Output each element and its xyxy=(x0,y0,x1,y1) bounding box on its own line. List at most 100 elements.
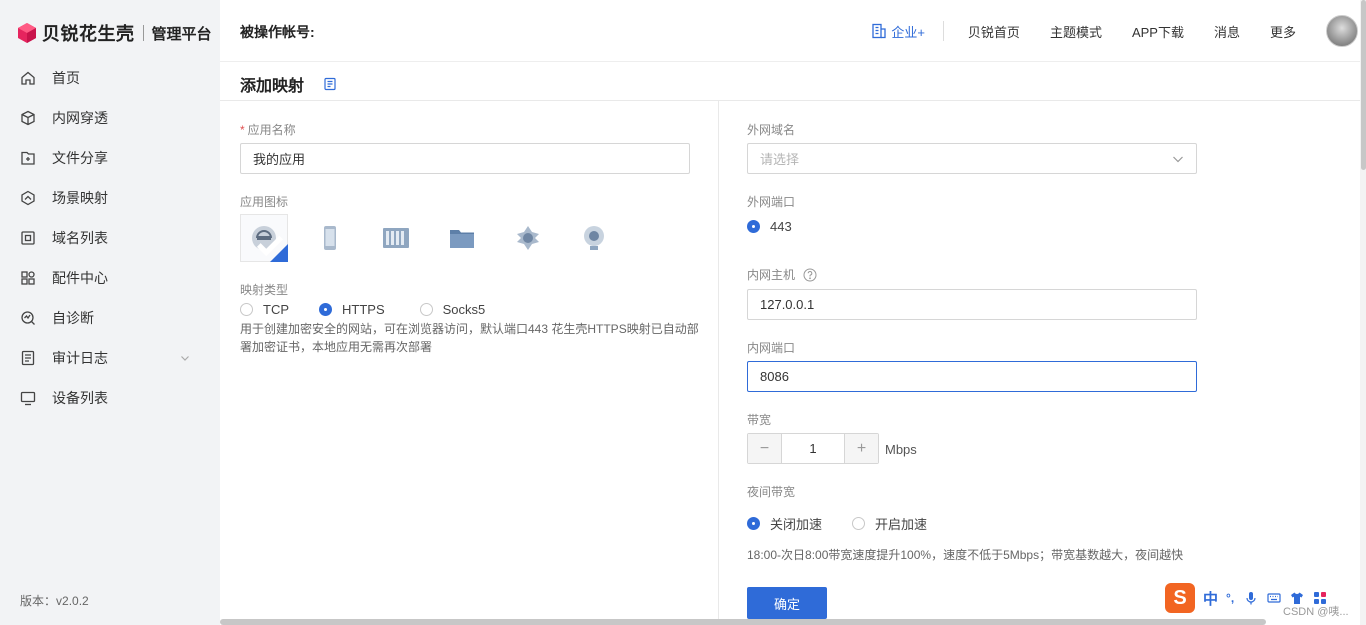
radio-accel-off-dot[interactable] xyxy=(747,517,760,530)
top-nav: 企业+ 贝锐首页 主题模式 APP下载 消息 更多 xyxy=(871,0,1366,62)
chevron-down-icon[interactable] xyxy=(180,353,190,363)
nav-link-app-download[interactable]: APP下载 xyxy=(1132,22,1184,41)
brand-logo-icon xyxy=(18,23,36,43)
app-icon-browser[interactable] xyxy=(240,214,288,262)
radio-accel-on[interactable]: 开启加速 xyxy=(852,514,927,533)
confirm-button[interactable]: 确定 xyxy=(747,587,827,619)
app-name-label: * 应用名称 xyxy=(240,121,296,138)
sidebar-item-label: 自诊断 xyxy=(52,310,94,326)
radio-socks5[interactable]: Socks5 xyxy=(419,302,486,317)
sidebar-item-domains[interactable]: 域名列表 xyxy=(0,218,220,258)
internal-port-label: 内网端口 xyxy=(747,341,796,355)
app-name-input[interactable]: 我的应用 xyxy=(240,143,690,174)
log-icon xyxy=(20,350,36,366)
domain-icon xyxy=(20,230,36,246)
radio-tcp-dot[interactable] xyxy=(240,303,253,316)
radio-tcp[interactable]: TCP xyxy=(240,302,289,317)
radio-accel-off[interactable]: 关闭加速 xyxy=(747,514,822,533)
external-domain-placeholder: 请选择 xyxy=(760,152,800,167)
help-circle-icon[interactable] xyxy=(803,268,817,282)
external-domain-select[interactable]: 请选择 xyxy=(747,143,1197,174)
version-label: 版本： xyxy=(20,594,57,608)
night-bandwidth-hint: 18:00-次日8:00带宽速度提升100%，速度不低于5Mbps；带宽基数越大… xyxy=(747,548,1184,562)
sidebar-nav: 首页 内网穿透 文件分享 场景映射 域名列表 配件中心 自诊断 审计日志 设备列… xyxy=(0,58,220,418)
nas-icon xyxy=(383,228,409,248)
scene-icon xyxy=(20,190,36,206)
radio-accel-on-dot[interactable] xyxy=(852,517,866,530)
sidebar-item-diagnose[interactable]: 自诊断 xyxy=(0,298,220,338)
avatar[interactable] xyxy=(1326,15,1358,47)
internal-host-label-text: 内网主机 xyxy=(747,268,796,282)
radio-https[interactable]: HTTPS xyxy=(319,302,385,317)
vertical-scrollbar-thumb[interactable] xyxy=(1361,0,1366,170)
app-icon-folder[interactable] xyxy=(438,214,486,262)
webcam-icon xyxy=(584,226,604,250)
required-mark: * xyxy=(240,123,245,137)
home-icon xyxy=(20,70,36,86)
ime-punctuation[interactable]: °, xyxy=(1226,591,1234,605)
radio-https-dot[interactable] xyxy=(319,303,332,316)
nav-link-messages[interactable]: 消息 xyxy=(1214,22,1240,41)
doc-icon[interactable] xyxy=(323,77,337,91)
enterprise-link[interactable]: 企业+ xyxy=(871,22,925,41)
app-icon-camera[interactable] xyxy=(570,214,618,262)
night-bandwidth-label: 夜间带宽 xyxy=(747,485,796,499)
top-header: 被操作帐号: 企业+ 贝锐首页 主题模式 APP下载 消息 更多 xyxy=(220,0,1366,62)
brand-subtitle: 管理平台 xyxy=(151,25,212,43)
sidebar-item-audit-log[interactable]: 审计日志 xyxy=(0,338,220,378)
radio-socks5-label: Socks5 xyxy=(442,302,486,317)
internal-host-input[interactable]: 127.0.0.1 xyxy=(747,289,1197,320)
app-icon-picker xyxy=(240,214,636,262)
chevron-down-icon xyxy=(1173,156,1183,163)
building-icon xyxy=(872,23,886,39)
sidebar-item-label: 内网穿透 xyxy=(52,110,108,126)
sidebar: 贝锐花生壳 管理平台 首页 内网穿透 文件分享 场景映射 域名列表 配件中心 自… xyxy=(0,0,220,625)
sidebar-item-label: 域名列表 xyxy=(52,230,108,246)
cube-icon xyxy=(20,110,36,126)
brand[interactable]: 贝锐花生壳 管理平台 xyxy=(16,20,212,46)
internal-port-input[interactable]: 8086 xyxy=(747,361,1197,392)
sidebar-item-scene[interactable]: 场景映射 xyxy=(0,178,220,218)
sidebar-item-label: 文件分享 xyxy=(52,150,108,166)
radio-port-443-dot[interactable] xyxy=(747,220,760,233)
app-icon-gear[interactable] xyxy=(504,214,552,262)
radio-port-443-label: 443 xyxy=(770,219,792,234)
nav-link-more[interactable]: 更多 xyxy=(1270,22,1296,41)
radio-port-443[interactable]: 443 xyxy=(747,219,792,234)
horizontal-scrollbar[interactable] xyxy=(220,619,1266,625)
check-icon xyxy=(256,235,284,257)
keyboard-icon[interactable] xyxy=(1267,591,1281,605)
nav-link-theme[interactable]: 主题模式 xyxy=(1050,22,1102,41)
grid-icon xyxy=(20,270,36,286)
increment-button[interactable]: + xyxy=(845,434,878,463)
radio-tcp-label: TCP xyxy=(263,302,289,317)
app-icon-nas[interactable] xyxy=(372,214,420,262)
sidebar-item-file-share[interactable]: 文件分享 xyxy=(0,138,220,178)
sidebar-item-home[interactable]: 首页 xyxy=(0,58,220,98)
bandwidth-label: 带宽 xyxy=(747,413,772,427)
internal-host-label: 内网主机 xyxy=(747,266,817,283)
sidebar-item-accessories[interactable]: 配件中心 xyxy=(0,258,220,298)
diagnose-icon xyxy=(20,310,36,326)
sidebar-item-label: 设备列表 xyxy=(52,390,108,406)
sidebar-item-label: 场景映射 xyxy=(52,190,108,206)
nav-link-home[interactable]: 贝锐首页 xyxy=(968,22,1020,41)
sidebar-item-devices[interactable]: 设备列表 xyxy=(0,378,220,418)
ime-language[interactable]: 中 xyxy=(1203,588,1218,609)
microphone-icon[interactable] xyxy=(1244,591,1258,605)
vertical-scrollbar[interactable] xyxy=(1360,0,1366,625)
version-info: 版本：v2.0.2 xyxy=(20,592,89,609)
csdn-watermark: CSDN @咦... xyxy=(1283,606,1349,618)
title-divider xyxy=(220,100,1360,101)
bandwidth-value[interactable]: 1 xyxy=(781,434,845,463)
column-divider xyxy=(718,101,719,625)
radio-socks5-dot[interactable] xyxy=(419,303,433,316)
decrement-button[interactable]: − xyxy=(748,434,781,463)
sidebar-item-intranet[interactable]: 内网穿透 xyxy=(0,98,220,138)
app-icon-mobile[interactable] xyxy=(306,214,354,262)
brand-divider xyxy=(142,25,144,41)
sogou-logo-icon[interactable]: S xyxy=(1165,583,1195,613)
operated-account-label: 被操作帐号: xyxy=(240,24,315,40)
night-bandwidth-group: 关闭加速 开启加速 xyxy=(747,514,951,533)
phone-icon xyxy=(324,226,336,250)
